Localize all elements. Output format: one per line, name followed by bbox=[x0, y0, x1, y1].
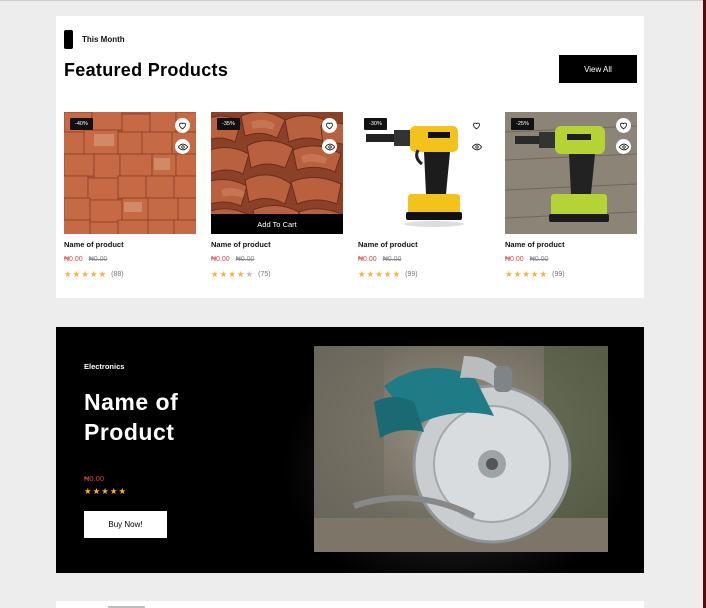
star-icon: ★ bbox=[530, 269, 539, 279]
original-price: ₦0.00 bbox=[235, 256, 255, 263]
wishlist-button[interactable] bbox=[175, 118, 190, 133]
heart-icon bbox=[473, 122, 480, 130]
star-icon: ★ bbox=[101, 486, 109, 496]
heart-icon bbox=[179, 122, 186, 130]
quick-view-button[interactable] bbox=[469, 139, 484, 154]
top-border bbox=[0, 0, 706, 1]
star-icon: ★ bbox=[375, 269, 383, 279]
banner-star-rating: ★ ★ ★ ★ ★ bbox=[84, 487, 126, 496]
product-image[interactable]: -25% bbox=[505, 112, 637, 234]
eye-icon bbox=[471, 143, 482, 150]
original-price: ₦0.00 bbox=[88, 256, 108, 263]
product-rating: ★ ★ ★ ★ ★ (99) bbox=[505, 270, 565, 279]
product-price: ₦0.00 ₦0.00 bbox=[358, 256, 401, 263]
product-rating: ★ ★ ★ ★ ★ (99) bbox=[358, 270, 418, 279]
product-card[interactable]: -30% Name of product ₦0.00 ₦0.00 ★ ★ ★ ★ ★ (9… bbox=[358, 112, 490, 279]
product-image[interactable]: -40% bbox=[64, 112, 196, 234]
star-rating: ★ ★ ★ ★ ★ bbox=[64, 270, 106, 279]
product-card[interactable]: -40% Name of product ₦0.00 ₦0.00 ★ ★ ★ ★ ★ (8… bbox=[64, 112, 196, 279]
eye-icon bbox=[324, 143, 335, 150]
eyebrow-marker bbox=[64, 30, 73, 49]
star-icon: ★ bbox=[109, 486, 118, 496]
discount-badge: -40% bbox=[70, 118, 93, 130]
section-title: Featured Products bbox=[64, 60, 229, 80]
star-rating: ★ ★ ★ ★ ★ bbox=[505, 270, 547, 279]
product-card[interactable]: -35% Add To Cart Name of product ₦0.00 ₦0… bbox=[211, 112, 343, 279]
original-price: ₦0.00 bbox=[382, 256, 402, 263]
product-rating: ★ ★ ★ ★ ★ (75) bbox=[211, 270, 271, 279]
star-icon: ★ bbox=[539, 269, 548, 279]
star-icon: ★ bbox=[211, 269, 219, 279]
banner-category: Electronics bbox=[84, 362, 125, 371]
star-icon: ★ bbox=[89, 269, 98, 279]
wishlist-button[interactable] bbox=[469, 118, 484, 133]
quick-view-button[interactable] bbox=[175, 139, 190, 154]
heart-icon bbox=[620, 122, 627, 130]
product-image[interactable]: -35% Add To Cart bbox=[211, 112, 343, 234]
original-price: ₦0.00 bbox=[529, 256, 549, 263]
discount-badge: -30% bbox=[364, 118, 387, 130]
star-icon: ★ bbox=[245, 269, 254, 279]
heart-icon bbox=[326, 122, 333, 130]
product-name[interactable]: Name of product bbox=[505, 240, 565, 249]
discount-badge: -35% bbox=[217, 118, 240, 130]
discount-badge: -25% bbox=[511, 118, 534, 130]
view-all-button[interactable]: View All bbox=[559, 55, 637, 83]
star-rating: ★ ★ ★ ★ ★ bbox=[211, 270, 253, 279]
banner-product-image[interactable] bbox=[314, 346, 608, 552]
product-card[interactable]: -25% Name of product ₦0.00 ₦0.00 ★ ★ ★ ★ ★ (9… bbox=[505, 112, 637, 279]
section-eyebrow: This Month bbox=[64, 30, 125, 49]
buy-now-button[interactable]: Buy Now! bbox=[84, 511, 167, 538]
banner-title: Name of Product bbox=[84, 389, 179, 445]
product-price: ₦0.00 ₦0.00 bbox=[64, 256, 107, 263]
product-price: ₦0.00 ₦0.00 bbox=[211, 256, 254, 263]
eyebrow-label: This Month bbox=[82, 35, 125, 44]
current-price: ₦0.00 bbox=[64, 256, 83, 263]
star-icon: ★ bbox=[118, 486, 127, 496]
product-image[interactable]: -30% bbox=[358, 112, 490, 234]
product-name[interactable]: Name of product bbox=[64, 240, 124, 249]
review-count: (88) bbox=[111, 271, 124, 278]
star-icon: ★ bbox=[505, 269, 513, 279]
banner-price: ₦0.00 bbox=[84, 474, 105, 483]
current-price: ₦0.00 bbox=[211, 256, 230, 263]
star-icon: ★ bbox=[383, 269, 392, 279]
product-name[interactable]: Name of product bbox=[211, 240, 271, 249]
eye-icon bbox=[177, 143, 188, 150]
review-count: (75) bbox=[258, 271, 271, 278]
wishlist-button[interactable] bbox=[322, 118, 337, 133]
star-icon: ★ bbox=[92, 486, 101, 496]
featured-products-section: This Month Featured Products View All -4… bbox=[56, 16, 644, 298]
add-to-cart-button[interactable]: Add To Cart bbox=[211, 214, 343, 234]
current-price: ₦0.00 bbox=[358, 256, 377, 263]
star-rating: ★ ★ ★ ★ ★ bbox=[358, 270, 400, 279]
star-icon: ★ bbox=[513, 269, 522, 279]
star-icon: ★ bbox=[522, 269, 530, 279]
quick-view-button[interactable] bbox=[616, 139, 631, 154]
star-icon: ★ bbox=[64, 269, 72, 279]
product-rating: ★ ★ ★ ★ ★ (88) bbox=[64, 270, 124, 279]
review-count: (99) bbox=[405, 271, 418, 278]
star-icon: ★ bbox=[228, 269, 236, 279]
star-icon: ★ bbox=[358, 269, 366, 279]
eye-icon bbox=[618, 143, 629, 150]
star-icon: ★ bbox=[72, 269, 81, 279]
star-icon: ★ bbox=[392, 269, 401, 279]
quick-view-button[interactable] bbox=[322, 139, 337, 154]
star-icon: ★ bbox=[98, 269, 107, 279]
wishlist-button[interactable] bbox=[616, 118, 631, 133]
current-price: ₦0.00 bbox=[505, 256, 524, 263]
next-section-peek bbox=[56, 601, 644, 608]
star-icon: ★ bbox=[366, 269, 375, 279]
review-count: (99) bbox=[552, 271, 565, 278]
star-icon: ★ bbox=[236, 269, 245, 279]
circular-saw-photo bbox=[314, 346, 608, 552]
star-icon: ★ bbox=[219, 269, 228, 279]
star-icon: ★ bbox=[84, 486, 92, 496]
promo-banner: Electronics Name of Product ₦0.00 ★ ★ ★ ★ ★ … bbox=[56, 327, 644, 573]
product-name[interactable]: Name of product bbox=[358, 240, 418, 249]
star-icon: ★ bbox=[81, 269, 89, 279]
product-price: ₦0.00 ₦0.00 bbox=[505, 256, 548, 263]
